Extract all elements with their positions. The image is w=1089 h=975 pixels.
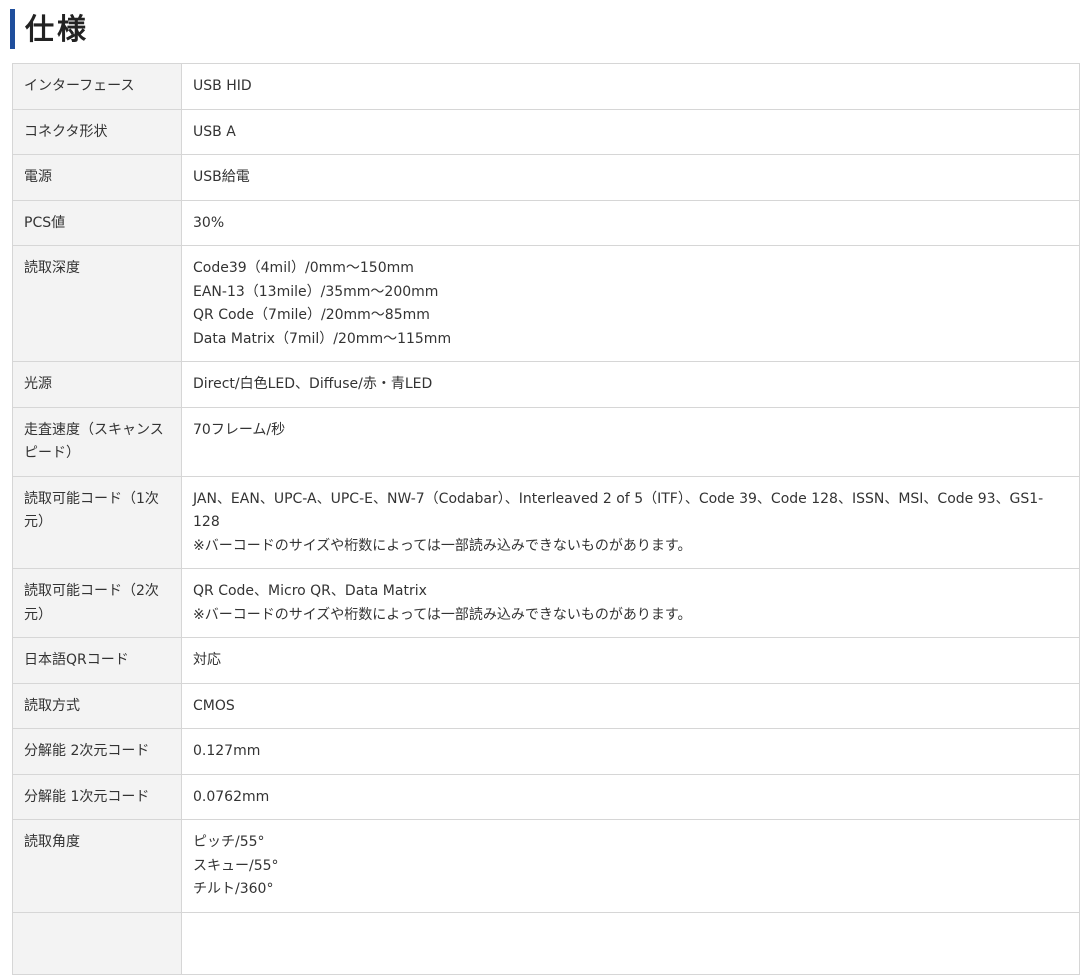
spec-key: 日本語QRコード (12, 637, 182, 684)
spec-value: USB A (181, 108, 1080, 155)
spec-value-line: QR Code（7mile）/20mm〜85mm (193, 307, 430, 323)
spec-row: 電源 USB給電 (12, 154, 1080, 201)
spec-key: PCS値 (12, 199, 182, 246)
spec-value-line: 0.0762mm (193, 788, 270, 805)
spec-value-line: Direct/白色LED、Diffuse/赤・青LED (193, 376, 433, 392)
spec-row (12, 911, 1080, 975)
spec-value: QR Code、Micro QR、Data Matrix ※バーコードのサイズや桁… (181, 568, 1080, 638)
spec-key: 読取可能コード（2次元） (12, 568, 182, 638)
spec-value: ピッチ/55° スキュー/55° チルト/360° (181, 819, 1080, 913)
spec-key (12, 911, 182, 975)
spec-row: 読取深度 Code39（4mil）/0mm〜150mm EAN-13（13mile）… (12, 245, 1080, 362)
spec-value: Direct/白色LED、Diffuse/赤・青LED (181, 361, 1080, 408)
spec-row: 読取角度 ピッチ/55° スキュー/55° チルト/360° (12, 819, 1080, 913)
spec-value: USB給電 (181, 154, 1080, 201)
spec-key: 電源 (12, 154, 182, 201)
spec-table: インターフェース USB HID コネクタ形状 USB A 電源 USB給電 PCS値 30%… (12, 63, 1080, 975)
spec-value-line: JAN、EAN、UPC-A、UPC-E、NW-7（Codabar）、Interl… (193, 490, 1044, 531)
spec-value-line: ピッチ/55° (193, 834, 265, 850)
spec-key: 読取深度 (12, 245, 182, 362)
spec-value-line: EAN-13（13mile）/35mm〜200mm (193, 283, 439, 300)
spec-key: 分解能 1次元コード (12, 773, 182, 820)
spec-row: 分解能 1次元コード 0.0762mm (12, 773, 1080, 820)
spec-value-line: USB HID (193, 78, 252, 94)
spec-value-line: ※バーコードのサイズや桁数によっては一部読み込みできないものがあります。 (193, 606, 692, 623)
spec-value: CMOS (181, 682, 1080, 729)
spec-value: 対応 (181, 637, 1080, 684)
spec-key: コネクタ形状 (12, 108, 182, 155)
spec-key: 読取方式 (12, 682, 182, 729)
spec-value (181, 911, 1080, 975)
spec-value-line: チルト/360° (193, 881, 274, 897)
spec-value-line: Data Matrix（7mil）/20mm〜115mm (193, 330, 452, 347)
spec-row: 走査速度（スキャンスピード） 70フレーム/秒 (12, 406, 1080, 477)
spec-value: 30% (181, 199, 1080, 246)
spec-row: 分解能 2次元コード 0.127mm (12, 728, 1080, 775)
spec-value-line: ※バーコードのサイズや桁数によっては一部読み込みできないものがあります。 (193, 537, 692, 554)
spec-row: 読取可能コード（2次元） QR Code、Micro QR、Data Matrix… (12, 568, 1080, 638)
spec-table-body: インターフェース USB HID コネクタ形状 USB A 電源 USB給電 PCS値 30%… (12, 63, 1080, 975)
spec-value: 0.127mm (181, 728, 1080, 775)
spec-key: 走査速度（スキャンスピード） (12, 406, 182, 477)
spec-row: PCS値 30% (12, 199, 1080, 246)
spec-row: 読取方式 CMOS (12, 682, 1080, 729)
spec-row: インターフェース USB HID (12, 63, 1080, 110)
spec-heading-text: 仕様 (25, 12, 90, 46)
spec-value-line: Code39（4mil）/0mm〜150mm (193, 260, 414, 276)
spec-heading: 仕様 (10, 9, 89, 49)
spec-value-line: QR Code、Micro QR、Data Matrix (193, 583, 427, 599)
spec-value-line: USB給電 (193, 169, 250, 185)
spec-value-line: 0.127mm (193, 743, 261, 759)
spec-row: コネクタ形状 USB A (12, 108, 1080, 155)
spec-value-line: 対応 (193, 652, 221, 668)
spec-row: 読取可能コード（1次元） JAN、EAN、UPC-A、UPC-E、NW-7（Cod… (12, 475, 1080, 569)
spec-value-line: CMOS (193, 697, 235, 714)
spec-value: JAN、EAN、UPC-A、UPC-E、NW-7（Codabar）、Interl… (181, 475, 1080, 569)
spec-key: 分解能 2次元コード (12, 728, 182, 775)
spec-key: 光源 (12, 361, 182, 408)
spec-value-line: 70フレーム/秒 (193, 421, 286, 438)
spec-value: Code39（4mil）/0mm〜150mm EAN-13（13mile）/35m… (181, 245, 1080, 362)
spec-key: 読取可能コード（1次元） (12, 475, 182, 569)
spec-key: インターフェース (12, 63, 182, 110)
spec-value-line: 30% (193, 214, 225, 231)
spec-value-line: スキュー/55° (193, 857, 279, 874)
spec-key: 読取角度 (12, 819, 182, 913)
spec-value-line: USB A (193, 123, 236, 140)
spec-value: 0.0762mm (181, 773, 1080, 820)
spec-row: 日本語QRコード 対応 (12, 637, 1080, 684)
spec-row: 光源 Direct/白色LED、Diffuse/赤・青LED (12, 361, 1080, 408)
spec-value: USB HID (181, 63, 1080, 110)
spec-value: 70フレーム/秒 (181, 406, 1080, 477)
